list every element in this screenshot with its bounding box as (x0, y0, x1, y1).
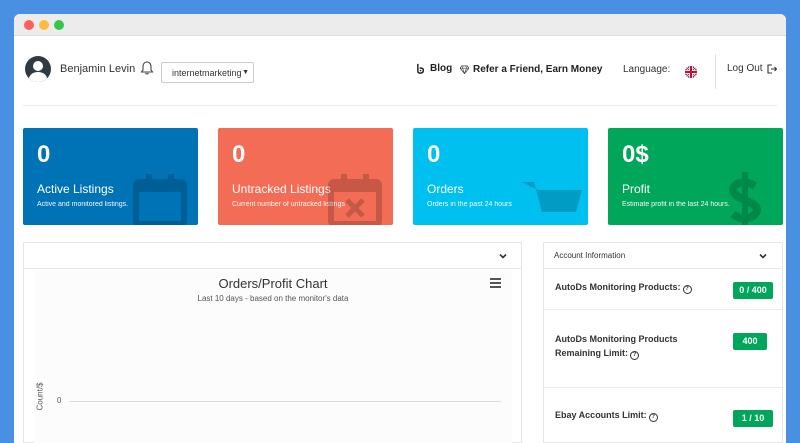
row-value-badge: 0 / 400 (733, 282, 773, 299)
header-divider (715, 54, 716, 89)
chart-area: Orders/Profit Chart Last 10 days - based… (34, 270, 512, 443)
card-value: 0 (427, 141, 441, 168)
language-label: Language: (623, 64, 671, 75)
row-value-badge: 1 / 10 (733, 410, 773, 427)
chevron-down-icon[interactable] (758, 251, 768, 261)
bell-icon[interactable] (139, 60, 155, 76)
account-panel-title: Account Information (554, 251, 626, 260)
orders-profit-chart-panel: Orders/Profit Chart Last 10 days - based… (23, 242, 522, 443)
top-header: Benjamin Levin internetmarketing ▼ Blog … (14, 36, 786, 106)
browser-window: Benjamin Levin internetmarketing ▼ Blog … (14, 14, 786, 443)
dollar-icon (729, 172, 761, 225)
calendar-x-icon (328, 174, 382, 225)
card-title: Profit (622, 182, 651, 196)
logout-label: Log Out (727, 63, 763, 74)
card-value: 0 (37, 141, 51, 168)
card-description: Estimate profit in the last 24 hours. (622, 201, 730, 208)
profit-card[interactable]: 0$ Profit Estimate profit in the last 24… (608, 128, 783, 225)
card-description: Active and monitored listings. (37, 201, 129, 208)
refer-friend-link[interactable]: Refer a Friend, Earn Money (460, 64, 602, 75)
account-information-panel: Account Information AutoDs Monitoring Pr… (543, 242, 783, 443)
chart-subtitle: Last 10 days - based on the monitor's da… (197, 294, 349, 303)
row-value-badge: 400 (733, 333, 767, 350)
blog-link[interactable]: Blog (416, 63, 452, 74)
card-title: Orders (427, 182, 464, 196)
chart-panel-header (24, 243, 521, 269)
card-title: Untracked Listings (232, 182, 331, 196)
chart-title: Orders/Profit Chart (218, 276, 328, 291)
username[interactable]: Benjamin Levin (60, 63, 135, 75)
uk-flag-icon[interactable] (685, 66, 697, 78)
card-title: Active Listings (37, 182, 114, 196)
user-avatar-icon[interactable] (25, 56, 51, 82)
caret-down-icon: ▼ (242, 69, 249, 76)
refer-label: Refer a Friend, Earn Money (473, 64, 603, 75)
chart-y-axis-label: Count/$ (35, 382, 45, 411)
hamburger-menu-icon[interactable] (490, 278, 501, 288)
active-listings-card[interactable]: 0 Active Listings Active and monitored l… (23, 128, 198, 225)
help-icon[interactable]: ? (648, 413, 658, 422)
logout-icon (767, 63, 777, 74)
store-select[interactable]: internetmarketing ▼ (161, 62, 254, 83)
chart-baseline (69, 401, 501, 402)
help-icon[interactable]: ? (630, 351, 640, 360)
row-label: AutoDs Monitoring Products Remaining Limi… (555, 334, 678, 360)
account-panel-header: Account Information (544, 243, 782, 269)
help-icon[interactable]: ? (682, 285, 692, 294)
chart-y-tick: 0 (57, 396, 62, 405)
close-window-button[interactable] (24, 20, 34, 30)
store-select-value: internetmarketing (172, 68, 242, 78)
remaining-limit-row: AutoDs Monitoring Products Remaining Limi… (544, 310, 782, 388)
logout-button[interactable]: Log Out (727, 63, 777, 74)
card-value: 0 (232, 141, 246, 168)
row-label: AutoDs Monitoring Products:? (555, 280, 692, 294)
blog-label: Blog (430, 63, 453, 74)
ebay-accounts-row: Ebay Accounts Limit:? 1 / 10 (544, 388, 782, 443)
card-description: Orders in the past 24 hours (427, 201, 512, 208)
chevron-down-icon[interactable] (498, 251, 508, 261)
row-label: Ebay Accounts Limit:? (555, 408, 658, 422)
monitoring-products-row: AutoDs Monitoring Products:? 0 / 400 (544, 270, 782, 310)
window-titlebar (14, 14, 786, 36)
blog-icon (417, 63, 425, 74)
minimize-window-button[interactable] (39, 20, 49, 30)
card-value: 0$ (622, 141, 649, 168)
cart-icon (522, 182, 582, 212)
diamond-icon (460, 65, 469, 74)
maximize-window-button[interactable] (54, 20, 64, 30)
calendar-icon (133, 174, 187, 225)
untracked-listings-card[interactable]: 0 Untracked Listings Current number of u… (218, 128, 393, 225)
orders-card[interactable]: 0 Orders Orders in the past 24 hours (413, 128, 588, 225)
header-separator (23, 105, 777, 106)
